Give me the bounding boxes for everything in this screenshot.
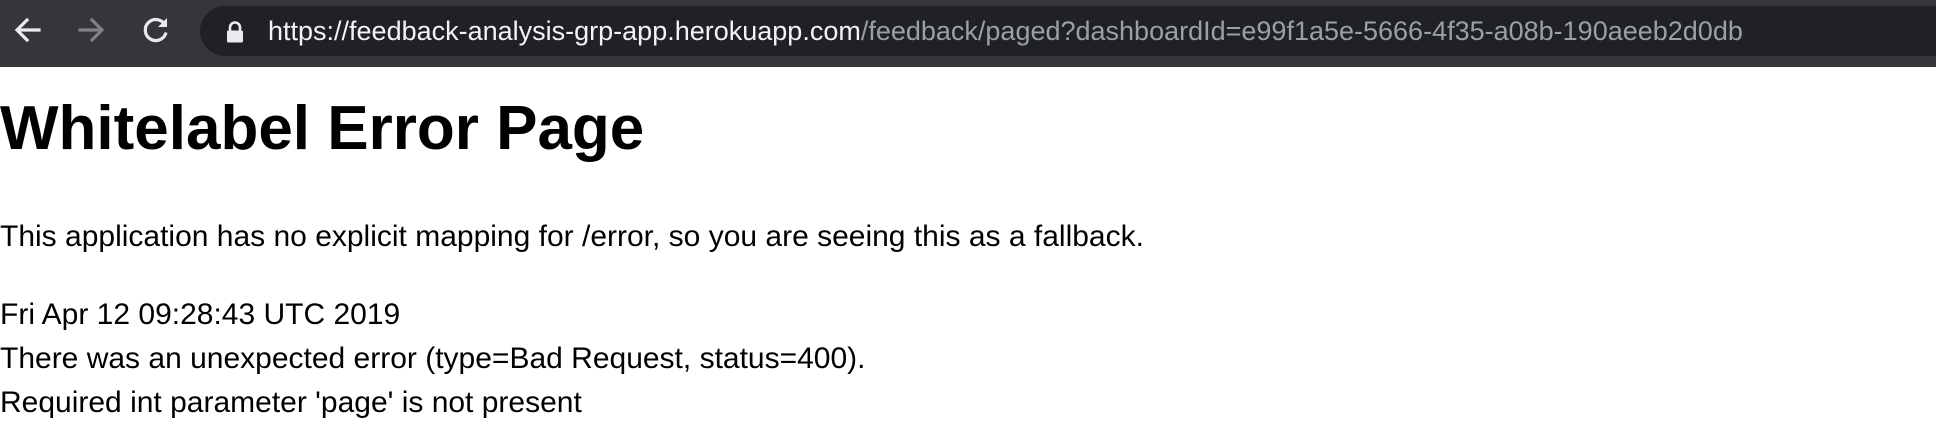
error-message: Required int parameter 'page' is not pre… [0, 386, 582, 419]
arrow-right-icon [78, 17, 105, 43]
url-text[interactable]: https://feedback-analysis-grp-app.heroku… [268, 6, 1743, 56]
reload-button[interactable] [136, 8, 176, 52]
browser-toolbar: https://feedback-analysis-grp-app.heroku… [0, 0, 1936, 67]
url-path: /feedback/paged?dashboardId=e99f1a5e-566… [860, 16, 1743, 46]
arrow-left-icon [14, 17, 41, 43]
page-content: Whitelabel Error Page This application h… [0, 67, 1936, 444]
back-button[interactable] [8, 8, 48, 52]
reload-icon [143, 17, 168, 43]
forward-button[interactable] [71, 8, 111, 52]
error-details: Fri Apr 12 09:28:43 UTC 2019 There was a… [0, 293, 866, 425]
error-timestamp: Fri Apr 12 09:28:43 UTC 2019 [0, 298, 401, 331]
error-status-line: There was an unexpected error (type=Bad … [0, 342, 866, 375]
url-host: https://feedback-analysis-grp-app.heroku… [268, 16, 861, 46]
error-description: This application has no explicit mapping… [0, 220, 1144, 253]
page-title: Whitelabel Error Page [0, 94, 645, 163]
address-bar[interactable]: https://feedback-analysis-grp-app.heroku… [200, 6, 1936, 56]
lock-icon [227, 21, 243, 43]
